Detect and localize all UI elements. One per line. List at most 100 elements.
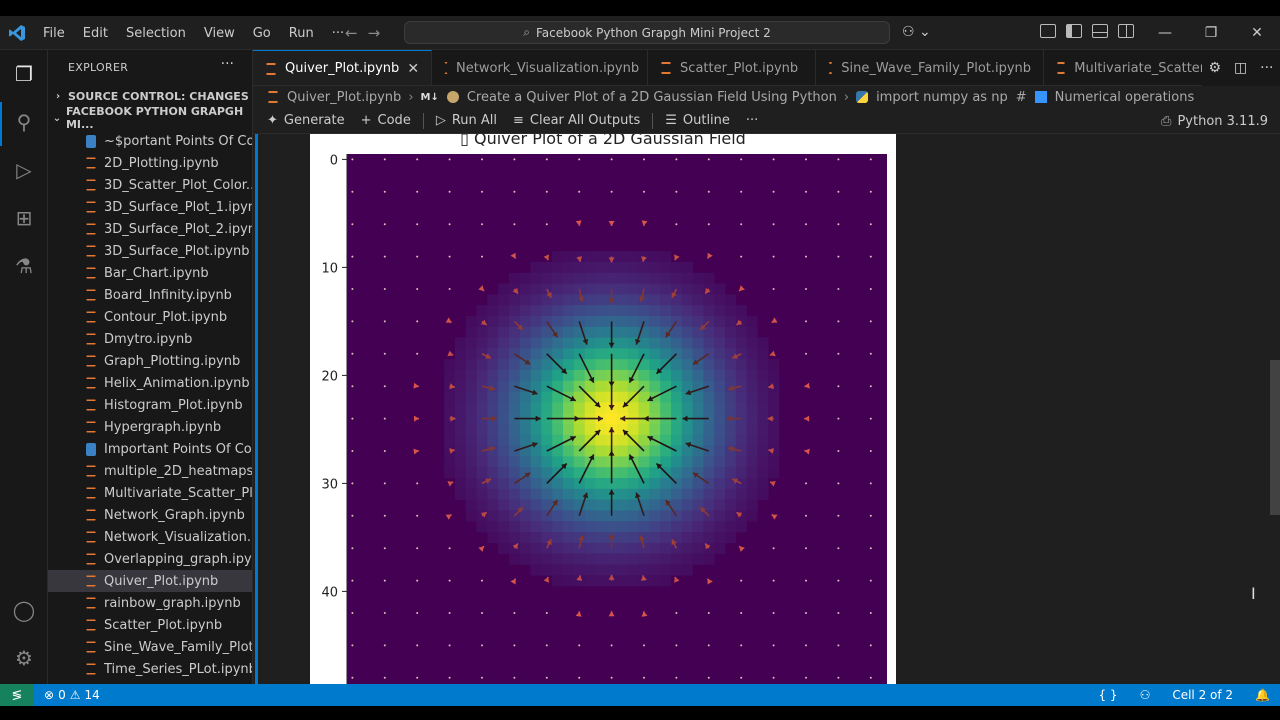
menu-go[interactable]: Go (244, 26, 280, 41)
command-center-search[interactable]: ⌕ Facebook Python Grapgh Mini Project 2 (404, 21, 890, 44)
heatmap-cell (595, 359, 607, 371)
heatmap-cell (703, 380, 715, 392)
tab-quiver-plot[interactable]: Quiver_Plot.ipynb ✕ (253, 50, 433, 85)
file-item[interactable]: Multivariate_Scatter_Pl... (48, 482, 252, 504)
heatmap-cell (487, 510, 499, 522)
cell-indicator[interactable]: Cell 2 of 2 (1172, 688, 1233, 702)
customize-layout-icon[interactable] (1040, 24, 1056, 38)
explorer-more-icon[interactable]: ··· (221, 56, 234, 72)
file-item[interactable]: Hypergraph.ipynb (48, 416, 252, 438)
notebook-icon (267, 91, 279, 103)
menu-run[interactable]: Run (280, 26, 323, 41)
heatmap-cell (476, 488, 488, 500)
menu-selection[interactable]: Selection (117, 26, 195, 41)
file-item[interactable]: Histogram_Plot.ipynb (48, 394, 252, 416)
search-activity-icon[interactable]: ⚲ (12, 110, 36, 134)
file-item[interactable]: Network_Visualization.i... (48, 526, 252, 548)
file-item[interactable]: 3D_Surface_Plot.ipynb (48, 240, 252, 262)
run-debug-icon[interactable]: ▷ (12, 158, 36, 182)
quiver-arrow (837, 352, 840, 355)
copilot-status-icon[interactable]: ⚇ (1140, 688, 1151, 702)
remote-indicator-icon[interactable]: ≶ (0, 684, 34, 706)
file-item[interactable]: Important Points Of Co... (48, 438, 252, 460)
heatmap-cell (725, 316, 737, 328)
problems-indicator[interactable]: ⊗ 0 ⚠ 14 (44, 688, 100, 702)
file-item[interactable]: Overlapping_graph.ipynb (48, 548, 252, 570)
breadcrumb-heading[interactable]: Create a Quiver Plot of a 2D Gaussian Fi… (467, 90, 837, 105)
more-actions-icon[interactable]: ··· (1260, 60, 1273, 76)
run-all-button[interactable]: ▷ Run All (428, 109, 505, 133)
back-arrow-icon[interactable]: ← (345, 24, 358, 42)
toggle-secondary-sidebar-icon[interactable] (1118, 24, 1134, 38)
file-item[interactable]: Network_Graph.ipynb (48, 504, 252, 526)
file-item[interactable]: 2D_Plotting.ipynb (48, 152, 252, 174)
heatmap-cell (671, 424, 683, 436)
heatmap-cell (509, 553, 521, 565)
close-window-icon[interactable]: ✕ (1234, 16, 1280, 50)
menu-file[interactable]: File (34, 26, 74, 41)
breadcrumb-code[interactable]: import numpy as np (876, 90, 1008, 105)
menu-edit[interactable]: Edit (74, 26, 117, 41)
tab-sine-wave[interactable]: Sine_Wave_Family_Plot.ipynb (816, 50, 1045, 85)
split-editor-icon[interactable]: ◫ (1234, 60, 1247, 76)
outline-button[interactable]: ☰ Outline (657, 109, 738, 133)
toggle-primary-sidebar-icon[interactable] (1066, 24, 1082, 38)
editor-scrollbar[interactable] (1270, 360, 1280, 515)
toolbar-more-button[interactable]: ··· (738, 109, 766, 133)
notifications-bell-icon[interactable]: 🔔 (1255, 688, 1270, 702)
heatmap-cell (573, 262, 585, 274)
clear-outputs-button[interactable]: ≡ Clear All Outputs (505, 109, 648, 133)
kernel-picker[interactable]: ⎙ Python 3.11.9 (1161, 108, 1268, 134)
source-control-section[interactable]: › SOURCE CONTROL: CHANGES (48, 85, 252, 107)
toggle-panel-icon[interactable] (1092, 24, 1108, 38)
breadcrumb-file[interactable]: Quiver_Plot.ipynb (287, 90, 401, 105)
close-tab-icon[interactable]: ✕ (407, 61, 419, 77)
heatmap-cell (530, 499, 542, 511)
explorer-icon[interactable]: ❐ (12, 62, 36, 86)
file-item[interactable]: 3D_Scatter_Plot_Color... (48, 174, 252, 196)
file-item[interactable]: Board_Infinity.ipynb (48, 284, 252, 306)
generate-button[interactable]: ✦ Generate (259, 109, 353, 133)
breadcrumb-comment[interactable]: Numerical operations (1055, 90, 1195, 105)
tab-scatter-plot[interactable]: Scatter_Plot.ipynb (648, 50, 817, 85)
copilot-icon[interactable]: ⚇ ⌄ (902, 24, 931, 40)
minimize-icon[interactable]: — (1142, 16, 1188, 50)
file-item[interactable]: Sine_Wave_Family_Plot.... (48, 636, 252, 658)
settings-gear-icon[interactable]: ⚙ (12, 646, 36, 670)
quiver-arrow (869, 547, 872, 550)
file-item[interactable]: Time_Series_PLot.ipynb (48, 658, 252, 680)
testing-icon[interactable]: ⚗ (12, 254, 36, 278)
file-item[interactable]: 3D_Surface_Plot_1.ipynb (48, 196, 252, 218)
file-item[interactable]: Contour_Plot.ipynb (48, 306, 252, 328)
language-braces[interactable]: { } (1098, 688, 1117, 702)
file-item[interactable]: ~$portant Points Of Co... (48, 130, 252, 152)
settings-icon[interactable]: ⚙ (1208, 60, 1221, 76)
file-item[interactable]: Dmytro.ipynb (48, 328, 252, 350)
heatmap-cell (703, 272, 715, 284)
heatmap-cell (627, 478, 639, 490)
heatmap-cell (735, 337, 747, 349)
quiver-arrow (351, 352, 354, 355)
menu-view[interactable]: View (195, 26, 244, 41)
file-item[interactable]: Graph_Plotting.ipynb (48, 350, 252, 372)
file-item[interactable]: Scatter_Plot.ipynb (48, 614, 252, 636)
heatmap-cell (725, 521, 737, 533)
add-code-button[interactable]: + Code (353, 109, 419, 133)
heatmap-cell (627, 283, 639, 295)
file-item[interactable]: 3D_Surface_Plot_2.ipynb (48, 218, 252, 240)
folder-section[interactable]: ⌄ FACEBOOK PYTHON GRAPGH MI... (48, 105, 252, 131)
extensions-icon[interactable]: ⊞ (12, 206, 36, 230)
forward-arrow-icon[interactable]: → (368, 24, 381, 42)
file-item[interactable]: multiple_2D_heatmaps.... (48, 460, 252, 482)
file-item[interactable]: Bar_Chart.ipynb (48, 262, 252, 284)
explorer-title: EXPLORER (68, 61, 129, 74)
account-icon[interactable]: ◯ (12, 598, 36, 622)
quiver-arrow (675, 223, 678, 226)
tab-network-visualization[interactable]: Network_Visualization.ipynb (432, 50, 649, 85)
file-item[interactable]: Quiver_Plot.ipynb (48, 570, 252, 592)
heatmap-cell (692, 456, 704, 468)
file-item[interactable]: Helix_Animation.ipynb (48, 372, 252, 394)
restore-icon[interactable]: ❐ (1188, 16, 1234, 50)
quiver-arrow (869, 514, 872, 517)
file-item[interactable]: rainbow_graph.ipynb (48, 592, 252, 614)
